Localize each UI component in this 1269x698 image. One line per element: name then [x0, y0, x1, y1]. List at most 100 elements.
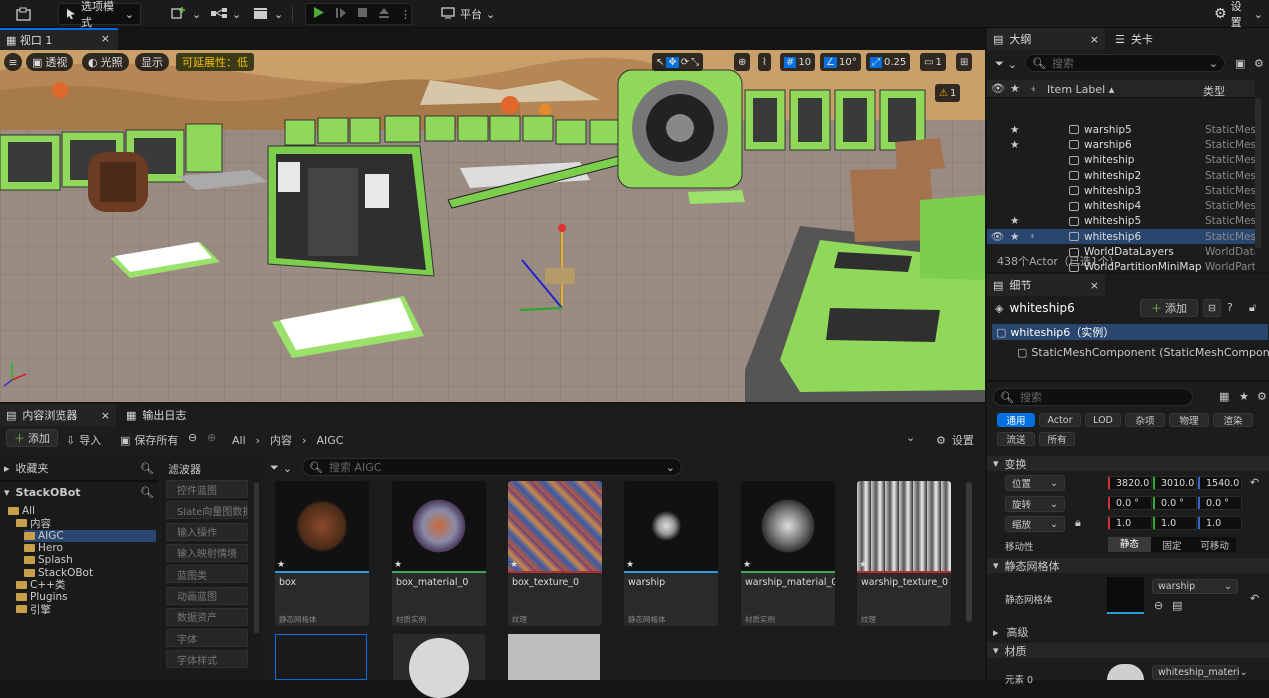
- add-asset-button[interactable]: ＋添加: [6, 429, 58, 447]
- outliner-row[interactable]: whiteship4 StaticMeshA: [987, 199, 1255, 214]
- asset-filter-button[interactable]: ⏷ ⌄: [270, 461, 292, 475]
- asset-tile-partial[interactable]: [393, 634, 485, 698]
- scale-snap-button[interactable]: ⤢ 0.25: [866, 53, 911, 71]
- settings-icon[interactable]: ⚙: [1257, 390, 1267, 403]
- camera-speed-button[interactable]: ▭ 1: [920, 53, 946, 71]
- lock-icon[interactable]: 🔒︎: [1075, 516, 1081, 530]
- scale-z-field[interactable]: 1.0: [1198, 516, 1242, 530]
- asset-scrollbar[interactable]: [966, 482, 972, 622]
- breadcrumb-all[interactable]: All: [232, 434, 246, 447]
- rotation-z-field[interactable]: 0.0 °: [1198, 496, 1242, 510]
- save-all-button[interactable]: ▣ 保存所有: [120, 432, 178, 448]
- rotate-tool-icon[interactable]: ⟳: [681, 57, 689, 68]
- star-icon[interactable]: ★: [1239, 390, 1249, 403]
- mobility-movable[interactable]: 可移动: [1193, 538, 1236, 552]
- chevron-down-icon[interactable]: ⌄: [906, 431, 915, 444]
- level-viewport[interactable]: ≡ ▣ 透视 ◐ 光照 显示 可延展性：低 ↖ ✥ ⟳ ⤡ ⊕ ⌇ #10 ∠ 10°…: [0, 50, 985, 402]
- reset-icon[interactable]: ↶: [1250, 592, 1259, 605]
- star-icon[interactable]: ★: [510, 560, 518, 570]
- filter-item[interactable]: 蓝图类: [166, 565, 248, 584]
- reset-icon[interactable]: ↶: [1250, 476, 1259, 489]
- project-header[interactable]: ▾ StackOBot 🔍︎: [4, 486, 154, 499]
- favorites-header[interactable]: ▸ 收藏夹 🔍︎: [4, 460, 154, 476]
- transform-section-header[interactable]: ▾ 变换: [987, 456, 1269, 471]
- static-mesh-section-header[interactable]: ▾ 静态网格体: [987, 558, 1269, 573]
- add-content-button[interactable]: ⌄: [164, 3, 207, 25]
- close-icon[interactable]: ×: [101, 32, 110, 45]
- asset-tile[interactable]: ★ box 静态网格体: [275, 481, 369, 626]
- details-filter-tab[interactable]: LOD: [1085, 413, 1121, 427]
- details-filter-tab[interactable]: 流送: [997, 432, 1035, 446]
- asset-tile-partial[interactable]: [275, 634, 367, 680]
- select-tool-icon[interactable]: ↖: [656, 57, 664, 68]
- table-view-icon[interactable]: ▦: [1219, 390, 1229, 403]
- folder-icon[interactable]: ▤: [1172, 599, 1182, 612]
- cinematics-button[interactable]: ⌄: [246, 3, 289, 25]
- column-type-header[interactable]: 类型: [1203, 83, 1225, 99]
- world-local-toggle[interactable]: ⊕: [734, 53, 751, 71]
- tab-levels[interactable]: ☰ 关卡: [1109, 28, 1159, 50]
- viewport-menu-button[interactable]: ≡: [4, 53, 22, 71]
- filters-scrollbar[interactable]: [254, 483, 259, 633]
- outliner-row[interactable]: WorldPartitionMiniMapWorldPartiti: [987, 260, 1255, 275]
- rotation-x-field[interactable]: 0.0 °: [1108, 496, 1152, 510]
- folder-tree-item[interactable]: C++类: [16, 579, 65, 591]
- details-filter-tab[interactable]: 杂项: [1125, 413, 1165, 427]
- surface-snap-toggle[interactable]: ⌇: [758, 53, 771, 71]
- material-thumbnail[interactable]: [1107, 664, 1144, 680]
- eye-icon[interactable]: 👁︎: [991, 82, 1005, 95]
- pin-icon[interactable]: ⍖: [1030, 82, 1037, 96]
- stop-icon[interactable]: [357, 7, 368, 21]
- cb-settings-button[interactable]: ⚙ 设置: [936, 432, 974, 448]
- static-mesh-picker[interactable]: warship ⌄: [1152, 579, 1238, 594]
- tab-details[interactable]: ▤ 细节 ×: [987, 274, 1105, 296]
- outliner-row[interactable]: 👁︎ ⍖ ★ whiteship6 StaticMeshA: [987, 229, 1255, 245]
- folder-tree-item[interactable]: 引擎: [16, 603, 51, 616]
- platform-button[interactable]: 平台 ⌄: [434, 3, 501, 25]
- scale-x-field[interactable]: 1.0: [1108, 516, 1152, 530]
- add-folder-icon[interactable]: ▣: [1235, 57, 1245, 70]
- advanced-section-header[interactable]: ▸ 高级: [993, 624, 1029, 640]
- location-dropdown[interactable]: 位置 ⌄: [1005, 475, 1065, 491]
- folder-tree-item[interactable]: 内容: [16, 517, 51, 530]
- details-filter-tab[interactable]: 物理: [1169, 413, 1209, 427]
- scalability-warning[interactable]: 可延展性：低: [176, 53, 254, 71]
- eject-icon[interactable]: [378, 7, 390, 22]
- filter-item[interactable]: 字体样式: [166, 650, 248, 669]
- details-filter-tab[interactable]: 渲染: [1213, 413, 1253, 427]
- blueprint-button[interactable]: ⌄: [204, 3, 247, 25]
- close-icon[interactable]: ×: [1090, 33, 1099, 46]
- scale-y-field[interactable]: 1.0: [1153, 516, 1197, 530]
- close-icon[interactable]: ×: [101, 409, 110, 422]
- scale-dropdown[interactable]: 缩放 ⌄: [1005, 516, 1065, 532]
- outliner-row[interactable]: ★ whiteship5 StaticMeshA: [987, 214, 1255, 229]
- search-icon[interactable]: 🔍︎: [140, 462, 154, 475]
- outliner-row[interactable]: ★ warship6 StaticMeshA: [987, 137, 1255, 152]
- tab-content-browser[interactable]: ▤ 内容浏览器 ×: [0, 404, 116, 426]
- details-search-input[interactable]: 🔍︎ 搜索: [993, 388, 1193, 406]
- breadcrumb-content[interactable]: 内容: [270, 432, 292, 448]
- asset-tile[interactable]: ★ warship_material_0 材质实例: [741, 481, 835, 626]
- save-level-button[interactable]: [10, 3, 38, 25]
- filter-item[interactable]: 输入映射情境: [166, 543, 248, 562]
- filter-item[interactable]: 控件蓝图: [166, 480, 248, 498]
- location-y-field[interactable]: 3010.0: [1153, 476, 1197, 490]
- asset-tile[interactable]: ★ box_texture_0 纹理: [508, 481, 602, 626]
- star-icon[interactable]: ★: [1010, 124, 1022, 136]
- star-icon[interactable]: ★: [394, 560, 402, 570]
- details-filter-tab[interactable]: Actor: [1039, 413, 1081, 427]
- location-x-field[interactable]: 3820.0: [1108, 476, 1152, 490]
- asset-tile[interactable]: ★ box_material_0 材质实例: [392, 481, 486, 626]
- eye-icon[interactable]: 👁︎: [991, 230, 1004, 243]
- rotation-dropdown[interactable]: 旋转 ⌄: [1005, 496, 1065, 512]
- mobility-stationary[interactable]: 固定: [1151, 538, 1194, 552]
- star-icon[interactable]: ★: [743, 560, 751, 570]
- grid-snap-button[interactable]: #10: [780, 53, 816, 71]
- settings-button[interactable]: ⚙ 设置 ⌄: [1208, 0, 1269, 29]
- step-icon[interactable]: [335, 7, 347, 22]
- outliner-row[interactable]: whiteship3 StaticMeshA: [987, 183, 1255, 198]
- star-icon[interactable]: ★: [626, 560, 634, 570]
- asset-tile-partial[interactable]: [508, 634, 600, 680]
- asset-tile[interactable]: ★ warship_texture_0 纹理: [857, 481, 951, 626]
- component-row[interactable]: ▢ StaticMeshComponent (StaticMeshCompone…: [1017, 344, 1269, 360]
